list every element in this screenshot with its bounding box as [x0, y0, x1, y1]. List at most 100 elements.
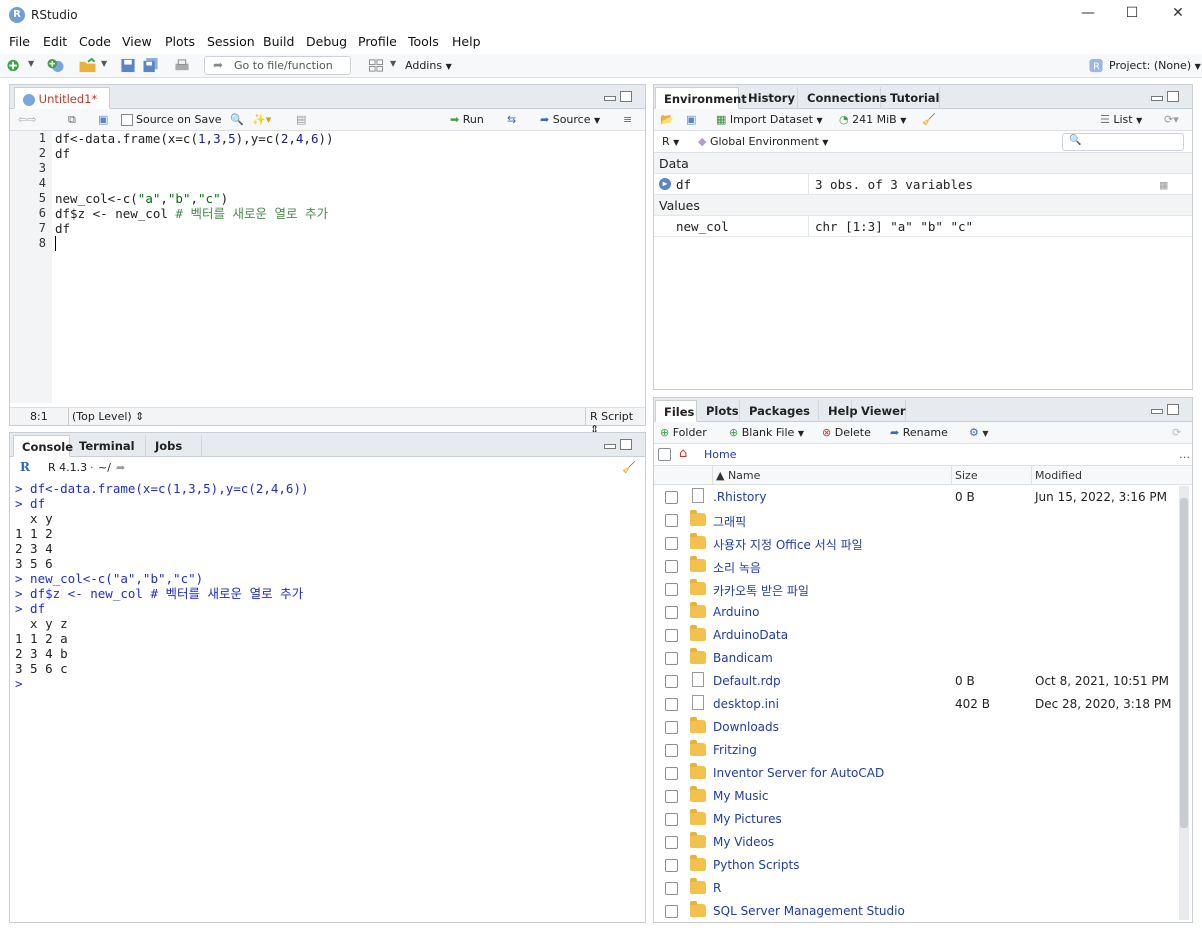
- file-checkbox[interactable]: [665, 882, 678, 895]
- tab-connections[interactable]: Connections: [799, 87, 887, 109]
- file-row[interactable]: Default.rdp 0 B Oct 8, 2021, 10:51 PM: [654, 670, 1176, 693]
- goto-wd-icon[interactable]: ➦: [116, 461, 125, 474]
- delete-button[interactable]: ⊗ Delete: [822, 426, 871, 439]
- file-row[interactable]: 소리 녹음: [654, 555, 1176, 578]
- file-row[interactable]: R: [654, 877, 1176, 900]
- file-checkbox[interactable]: [665, 836, 678, 849]
- file-row[interactable]: Fritzing: [654, 739, 1176, 762]
- project-menu[interactable]: Project: (None) ▼: [1109, 59, 1201, 72]
- new-folder-button[interactable]: ⊕ Folder: [660, 426, 707, 439]
- tab-help[interactable]: Help: [820, 400, 858, 422]
- file-checkbox[interactable]: [665, 514, 678, 527]
- menu-code[interactable]: Code: [79, 34, 111, 49]
- file-checkbox[interactable]: [665, 629, 678, 642]
- file-row[interactable]: My Videos: [654, 831, 1176, 854]
- select-all-checkbox[interactable]: [658, 448, 671, 461]
- file-row[interactable]: SQL Server Management Studio: [654, 900, 1176, 923]
- new-blank-file-button[interactable]: ⊕ Blank File ▼: [729, 426, 804, 439]
- tab-files[interactable]: Files: [655, 400, 697, 422]
- menu-view[interactable]: View: [122, 34, 152, 49]
- file-name-link[interactable]: My Videos: [713, 835, 774, 849]
- code-tools-icon[interactable]: ✨▾: [252, 113, 271, 126]
- file-checkbox[interactable]: [665, 744, 678, 757]
- modified-column-header[interactable]: Modified: [1035, 469, 1082, 482]
- env-row-df[interactable]: ▶ df 3 obs. of 3 variables ▦: [654, 174, 1192, 195]
- file-checkbox[interactable]: [665, 790, 678, 803]
- menu-plots[interactable]: Plots: [165, 34, 195, 49]
- rerun-icon[interactable]: ⇆: [507, 113, 516, 126]
- file-row[interactable]: .Rhistory 0 B Jun 15, 2022, 3:16 PM: [654, 486, 1176, 509]
- file-row[interactable]: Python Scripts: [654, 854, 1176, 877]
- editor-minmax[interactable]: [604, 91, 634, 105]
- file-row[interactable]: Inventor Server for AutoCAD: [654, 762, 1176, 785]
- env-row-new-col[interactable]: new_col chr [1:3] "a" "b" "c": [654, 216, 1192, 237]
- size-column-header[interactable]: Size: [955, 469, 978, 482]
- file-checkbox[interactable]: [665, 859, 678, 872]
- tab-untitled1[interactable]: Untitled1* ×: [14, 87, 110, 120]
- scrollbar-thumb[interactable]: [1180, 498, 1188, 828]
- pane-layout-dropdown-icon[interactable]: ▼: [390, 59, 396, 68]
- file-name-link[interactable]: Downloads: [713, 720, 779, 734]
- name-column-header[interactable]: ▲ Name: [716, 469, 760, 482]
- menu-help[interactable]: Help: [452, 34, 481, 49]
- file-row[interactable]: 사용자 지정 Office 서식 파일: [654, 532, 1176, 555]
- files-minmax[interactable]: [1151, 404, 1181, 418]
- open-file-icon[interactable]: [78, 58, 98, 73]
- scope-selector[interactable]: (Top Level) ⇕: [72, 410, 144, 423]
- file-checkbox[interactable]: [665, 675, 678, 688]
- new-project-icon[interactable]: [46, 58, 66, 73]
- file-checkbox[interactable]: [665, 606, 678, 619]
- tab-tutorial[interactable]: Tutorial: [882, 87, 940, 109]
- tab-viewer[interactable]: Viewer: [853, 400, 906, 422]
- file-name-link[interactable]: 사용자 지정 Office 서식 파일: [713, 536, 863, 553]
- new-file-dropdown-icon[interactable]: ▼: [28, 59, 34, 68]
- compile-report-icon[interactable]: ▤: [296, 113, 306, 126]
- file-row[interactable]: Bandicam: [654, 647, 1176, 670]
- menu-profile[interactable]: Profile: [358, 34, 397, 49]
- tab-plots[interactable]: Plots: [698, 400, 740, 422]
- file-checkbox[interactable]: [665, 491, 678, 504]
- run-button[interactable]: ➡ Run: [450, 113, 484, 126]
- home-icon[interactable]: ⌂: [679, 446, 687, 461]
- environment-minmax[interactable]: [1151, 91, 1181, 105]
- file-checkbox[interactable]: [665, 813, 678, 826]
- close-button[interactable]: ✕: [1158, 5, 1198, 25]
- save-icon[interactable]: [120, 58, 136, 73]
- menu-debug[interactable]: Debug: [306, 34, 347, 49]
- tab-console[interactable]: Console: [13, 435, 73, 457]
- show-in-window-icon[interactable]: ⧉: [68, 113, 76, 127]
- file-checkbox[interactable]: [665, 721, 678, 734]
- refresh-files-icon[interactable]: ⟳: [1172, 426, 1181, 439]
- view-mode-selector[interactable]: ☰ List ▼: [1100, 113, 1142, 126]
- file-row[interactable]: desktop.ini 402 B Dec 28, 2020, 3:18 PM: [654, 693, 1176, 716]
- file-checkbox[interactable]: [665, 537, 678, 550]
- addins-menu[interactable]: Addins ▼: [405, 59, 452, 72]
- more-path-icon[interactable]: …: [1179, 448, 1190, 461]
- editor-save-icon[interactable]: ▣: [98, 113, 108, 126]
- file-row[interactable]: Downloads: [654, 716, 1176, 739]
- maximize-button[interactable]: ☐: [1112, 5, 1152, 25]
- file-checkbox[interactable]: [665, 560, 678, 573]
- pane-layout-icon[interactable]: [368, 58, 384, 73]
- back-forward-icon[interactable]: ⇦⇨: [18, 113, 36, 126]
- find-icon[interactable]: 🔍: [230, 113, 244, 126]
- view-table-icon[interactable]: ▦: [1160, 177, 1168, 192]
- file-name-link[interactable]: Inventor Server for AutoCAD: [713, 766, 884, 780]
- file-row[interactable]: Arduino: [654, 601, 1176, 624]
- file-name-link[interactable]: 소리 녹음: [713, 559, 761, 576]
- file-name-link[interactable]: SQL Server Management Studio: [713, 904, 905, 918]
- file-row[interactable]: 카카오톡 받은 파일: [654, 578, 1176, 601]
- file-checkbox[interactable]: [665, 652, 678, 665]
- file-name-link[interactable]: R: [713, 881, 721, 895]
- file-name-link[interactable]: desktop.ini: [713, 697, 779, 711]
- save-workspace-icon[interactable]: ▣: [686, 113, 696, 126]
- expand-icon[interactable]: ▶: [659, 178, 671, 190]
- file-row[interactable]: 그래픽: [654, 509, 1176, 532]
- new-file-icon[interactable]: [6, 58, 22, 73]
- save-all-icon[interactable]: [143, 58, 159, 73]
- menu-edit[interactable]: Edit: [43, 34, 67, 49]
- file-checkbox[interactable]: [665, 698, 678, 711]
- file-checkbox[interactable]: [665, 583, 678, 596]
- home-breadcrumb[interactable]: Home: [704, 448, 736, 461]
- menu-file[interactable]: File: [9, 34, 30, 49]
